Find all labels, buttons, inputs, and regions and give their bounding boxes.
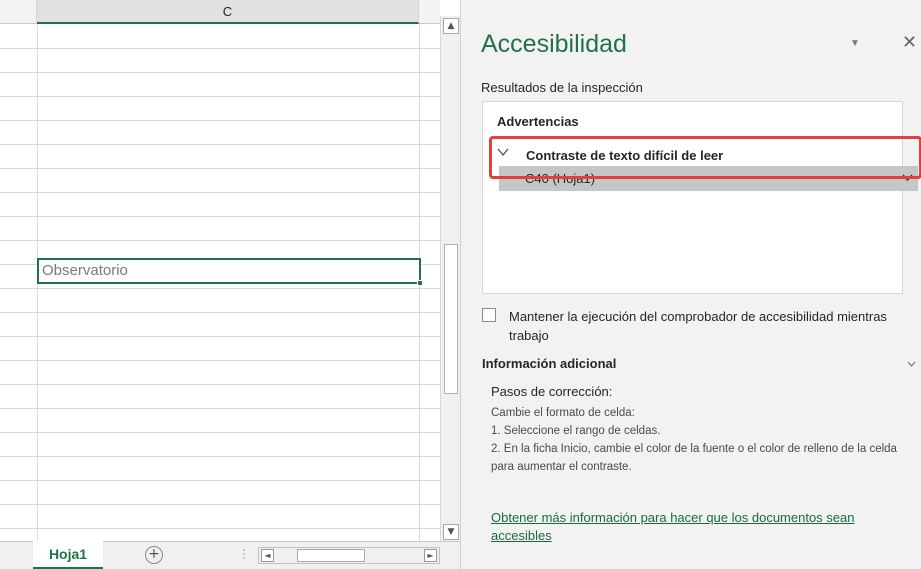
grid-row[interactable] — [0, 337, 440, 361]
column-header-bar: C — [0, 0, 440, 24]
steps-title: Pasos de corrección: — [491, 384, 613, 399]
grid-row[interactable] — [0, 49, 440, 73]
column-header-c[interactable]: C — [37, 0, 419, 24]
grid-row[interactable] — [0, 169, 440, 193]
grid-row[interactable] — [0, 25, 440, 49]
column-header-d[interactable] — [419, 0, 440, 24]
column-header-b[interactable] — [0, 0, 37, 24]
grid-row[interactable] — [0, 361, 440, 385]
accessibility-pane: Accesibilidad ▼ ✕ Resultados de la inspe… — [460, 0, 921, 569]
grid-row[interactable] — [0, 313, 440, 337]
warnings-heading: Advertencias — [497, 114, 579, 129]
horizontal-scrollbar[interactable]: ◄ ► — [258, 547, 440, 564]
steps-text: Cambie el formato de celda: 1. Seleccion… — [491, 404, 901, 476]
grid-row[interactable] — [0, 457, 440, 481]
fill-handle[interactable] — [417, 280, 423, 286]
tab-splitter-handle[interactable]: ⋮ — [238, 547, 250, 561]
horizontal-scroll-thumb[interactable] — [297, 549, 365, 562]
results-label: Resultados de la inspección — [481, 80, 643, 95]
plus-circle-icon[interactable]: + — [145, 546, 163, 564]
grid-row[interactable] — [0, 481, 440, 505]
grid-row[interactable] — [0, 433, 440, 457]
scroll-up-button[interactable]: ▲ — [443, 18, 459, 34]
grid-row[interactable] — [0, 73, 440, 97]
step-1: 1. Seleccione el rango de celdas. — [491, 425, 661, 437]
grid-row[interactable] — [0, 217, 440, 241]
scroll-down-button[interactable]: ▼ — [443, 524, 459, 540]
keep-running-label[interactable]: Mantener la ejecución del comprobador de… — [509, 307, 909, 345]
grid-row[interactable] — [0, 385, 440, 409]
pane-title: Accesibilidad — [481, 30, 627, 58]
additional-info-header[interactable]: Información adicional — [482, 356, 616, 371]
grid-row[interactable] — [0, 145, 440, 169]
inspection-results-box: Advertencias Contraste de texto difícil … — [482, 101, 918, 294]
grid-row[interactable] — [0, 409, 440, 433]
annotation-highlight-box — [489, 136, 921, 179]
sheet-tab-bar: Hoja1 + ⋮ ◄ ► — [0, 541, 460, 569]
more-info-link[interactable]: Obtener más información para hacer que l… — [491, 509, 906, 545]
active-cell[interactable]: Observatorio — [37, 258, 421, 284]
vertical-scrollbar[interactable]: ▲ ▼ — [440, 16, 460, 541]
grid-row[interactable] — [0, 97, 440, 121]
step-2: 2. En la ficha Inicio, cambie el color d… — [491, 443, 897, 473]
grid-row[interactable] — [0, 289, 440, 313]
scroll-left-button[interactable]: ◄ — [261, 549, 274, 562]
sheet-tab-hoja1[interactable]: Hoja1 — [33, 541, 103, 569]
step-intro: Cambie el formato de celda: — [491, 407, 635, 419]
grid-row[interactable] — [0, 121, 440, 145]
vertical-scroll-thumb[interactable] — [444, 244, 458, 394]
caret-down-icon[interactable]: ▼ — [850, 38, 860, 49]
keep-running-checkbox[interactable] — [482, 308, 496, 322]
chevron-down-icon[interactable] — [907, 361, 916, 367]
spreadsheet-grid[interactable]: C Observatorio — [0, 0, 440, 541]
scroll-right-button[interactable]: ► — [424, 549, 437, 562]
grid-row[interactable] — [0, 505, 440, 529]
close-icon[interactable]: ✕ — [902, 32, 917, 53]
grid-row[interactable] — [0, 193, 440, 217]
